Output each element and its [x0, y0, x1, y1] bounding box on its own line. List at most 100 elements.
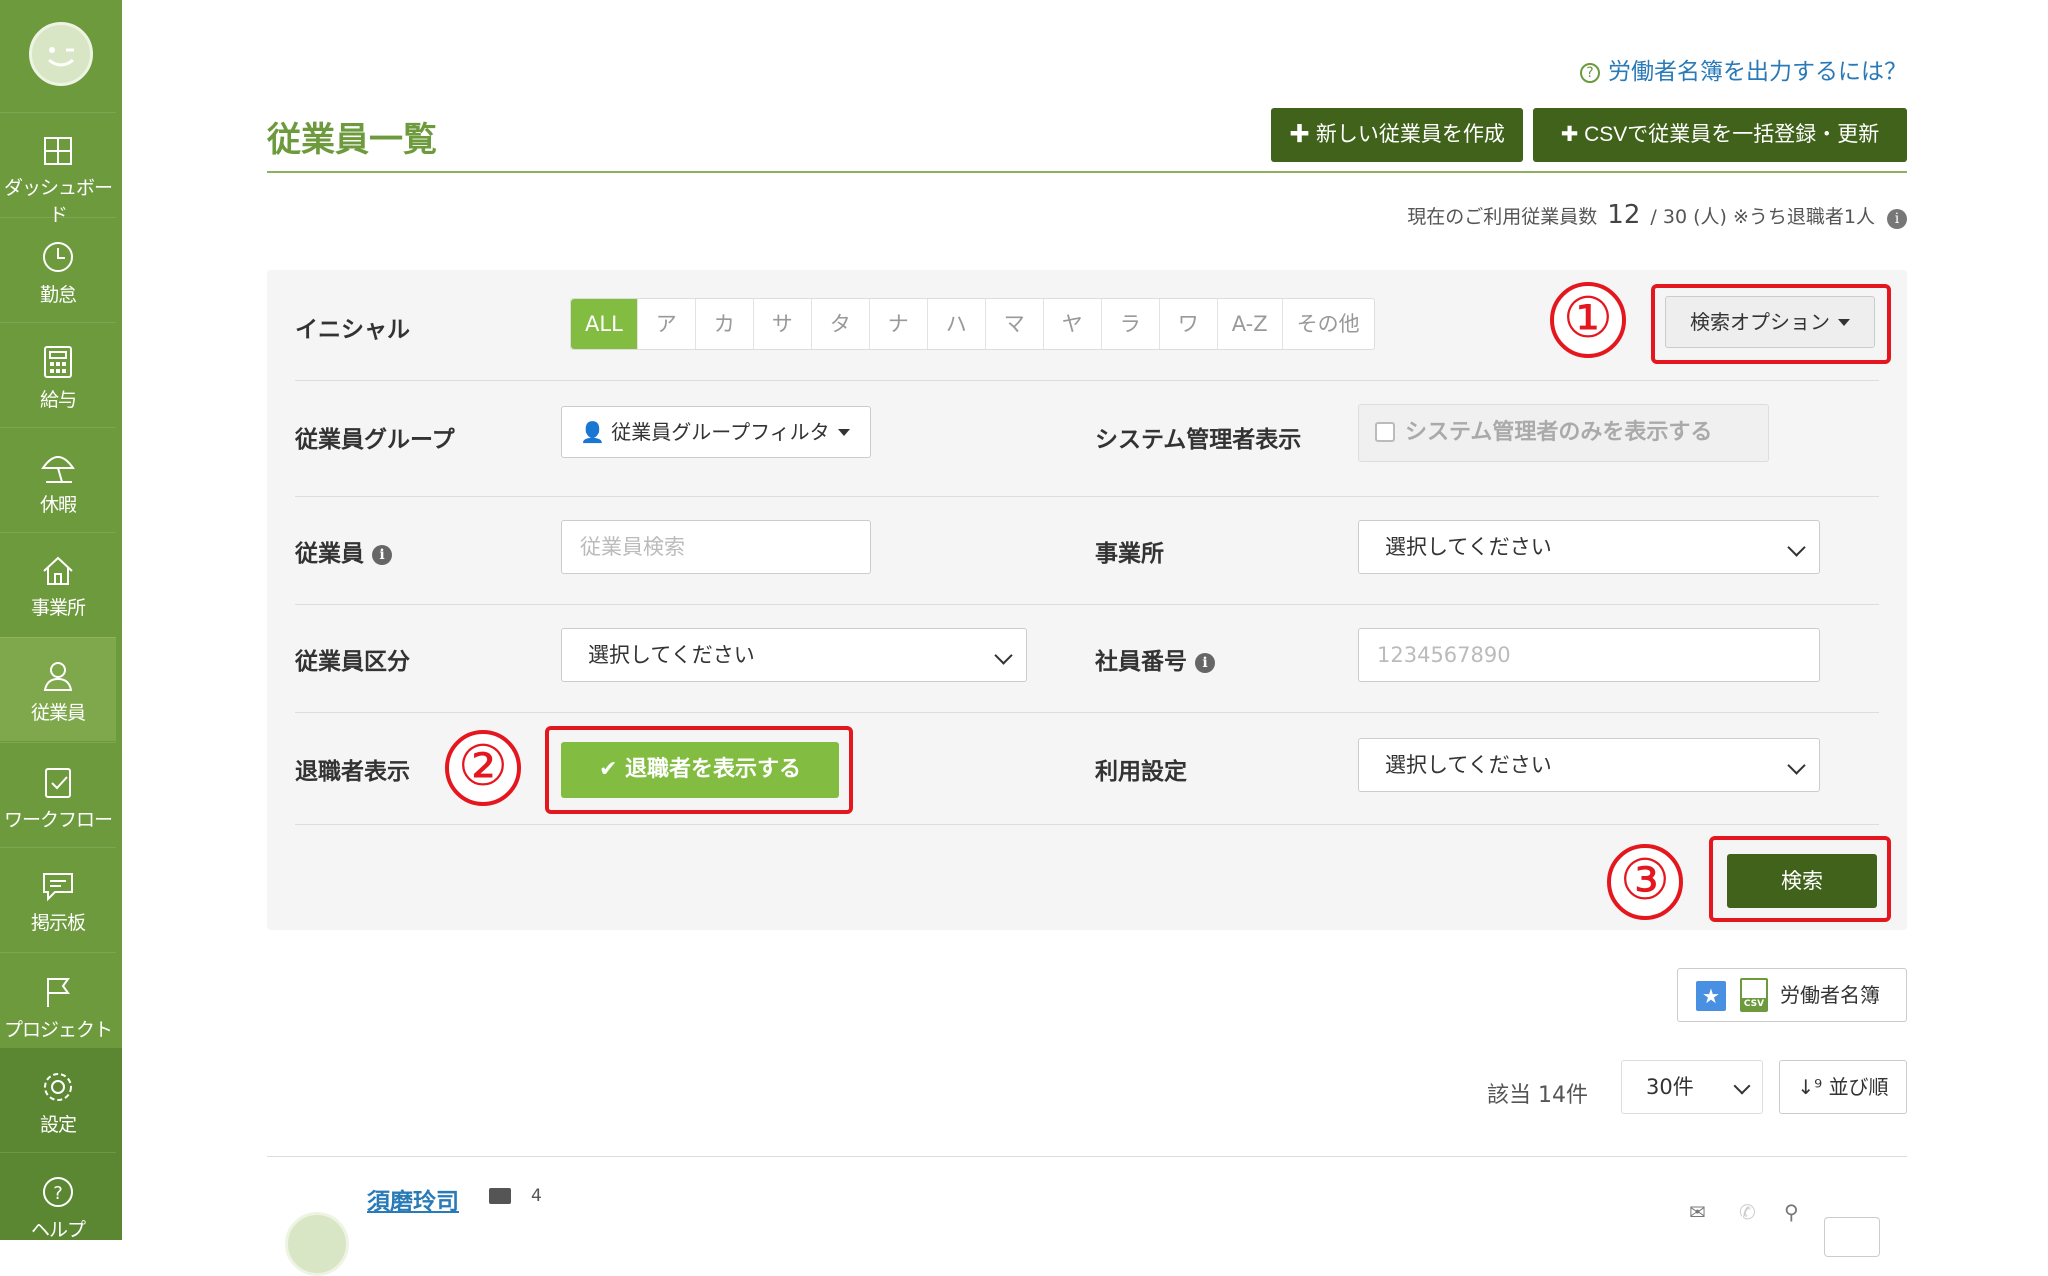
sidebar-item-label: 掲示板	[30, 912, 86, 934]
csv-badge: CSV	[1742, 998, 1766, 1010]
sidebar-item-label: 休暇	[39, 494, 77, 516]
office-select[interactable]: 選択してください	[1358, 520, 1820, 574]
csv-file-icon: CSV	[1740, 978, 1768, 1012]
sidebar-item-attendance[interactable]: 勤怠	[0, 217, 116, 321]
annotation-number-3: ③	[1607, 844, 1683, 920]
checkbox-icon[interactable]	[1375, 422, 1395, 442]
initial-ta[interactable]: タ	[810, 299, 869, 349]
new-employee-label: 新しい従業員を作成	[1315, 123, 1505, 146]
initial-ra[interactable]: ラ	[1100, 299, 1159, 349]
retired-label: 退職者表示	[295, 759, 410, 785]
row-divider	[295, 824, 1879, 825]
flag-icon	[47, 978, 70, 1007]
map-pin-icon[interactable]: ⚲	[1784, 1200, 1799, 1224]
avatar[interactable]	[285, 1212, 349, 1276]
roster-help-link[interactable]: ? 労働者名簿を出力するには？	[1580, 52, 1907, 86]
chevron-down-icon	[1787, 756, 1806, 775]
staff-number-input[interactable]: 1234567890	[1358, 628, 1820, 682]
chevron-down-icon	[1787, 538, 1806, 557]
employee-name-link[interactable]: 須磨玲司	[367, 1182, 459, 1216]
category-select[interactable]: 選択してください	[561, 628, 1027, 682]
sysadmin-checkbox[interactable]: システム管理者のみを表示する	[1358, 404, 1769, 462]
chat-icon	[43, 873, 73, 902]
category-label: 従業員区分	[295, 649, 410, 675]
row-action-button[interactable]	[1824, 1217, 1880, 1257]
row-divider	[295, 712, 1879, 713]
sidebar-item-label: ワークフロー	[3, 809, 113, 831]
sidebar-item-settings[interactable]: 設定	[0, 1048, 116, 1152]
annotation-number-2: ②	[445, 730, 521, 806]
sidebar-item-project[interactable]: プロジェクト	[0, 952, 116, 1056]
sidebar-item-label: 従業員	[30, 702, 86, 724]
search-panel: イニシャル ALL ア カ サ タ ナ ハ マ ヤ ラ ワ A-Z その他 ① …	[267, 270, 1907, 930]
new-employee-button[interactable]: ✚ 新しい従業員を作成	[1271, 108, 1523, 162]
sidebar: ダッシュボード 勤怠 給与 休暇 事業所 従業員 ワークフロー 掲示板 プロジェ…	[0, 0, 122, 1241]
per-page-select[interactable]: 30件	[1621, 1060, 1763, 1114]
info-icon[interactable]: i	[1887, 209, 1907, 229]
initial-na[interactable]: ナ	[868, 299, 927, 349]
usage-prefix: 現在のご利用従業員数	[1407, 206, 1598, 228]
initial-ka[interactable]: カ	[694, 299, 753, 349]
usage-current: 12	[1607, 200, 1641, 230]
sort-button[interactable]: ↓⁹ 並び順	[1779, 1060, 1907, 1114]
sidebar-item-office[interactable]: 事業所	[0, 532, 116, 636]
chevron-down-icon	[994, 646, 1013, 665]
initial-wa[interactable]: ワ	[1158, 299, 1217, 349]
row-divider	[295, 380, 1879, 381]
clipboard-check-icon	[45, 768, 71, 798]
usage-setting-select[interactable]: 選択してください	[1358, 738, 1820, 792]
initial-az[interactable]: A-Z	[1216, 299, 1282, 349]
sidebar-item-label: 給与	[39, 389, 77, 411]
initial-filter: ALL ア カ サ タ ナ ハ マ ヤ ラ ワ A-Z その他	[570, 298, 1375, 350]
user-icon: 👤	[580, 420, 612, 444]
search-button[interactable]: 検索	[1727, 854, 1877, 908]
employee-label: 従業員 i	[295, 534, 392, 568]
show-retired-button[interactable]: ✔ 退職者を表示する	[561, 742, 839, 798]
help-circle-icon: ?	[43, 1177, 73, 1207]
sidebar-item-label: プロジェクト	[3, 1019, 113, 1041]
sysadmin-label: システム管理者表示	[1095, 427, 1302, 453]
dashboard-icon	[44, 137, 72, 165]
plus-icon: ✚	[1289, 123, 1316, 146]
chevron-down-icon	[1733, 1077, 1751, 1095]
staff-no-label-text: 社員番号	[1095, 649, 1187, 675]
initial-ya[interactable]: ヤ	[1042, 299, 1101, 349]
page-title: 従業員一覧	[267, 120, 437, 160]
sidebar-item-payroll[interactable]: 給与	[0, 322, 116, 426]
group-filter-button[interactable]: 👤 従業員グループフィルタ	[561, 406, 871, 458]
phone-icon: ✆	[1739, 1200, 1756, 1224]
roster-export-button[interactable]: ★ CSV 労働者名簿	[1677, 968, 1907, 1022]
mail-icon[interactable]: ✉	[1689, 1200, 1706, 1224]
employee-number: 4	[531, 1186, 542, 1206]
sidebar-item-dashboard[interactable]: ダッシュボード	[0, 112, 116, 226]
csv-import-button[interactable]: ✚ CSVで従業員を一括登録・更新	[1533, 108, 1907, 162]
sidebar-item-employees[interactable]: 従業員	[0, 637, 116, 741]
initial-sa[interactable]: サ	[752, 299, 811, 349]
group-label: 従業員グループ	[295, 427, 455, 453]
info-icon[interactable]: i	[1195, 653, 1215, 673]
umbrella-icon	[41, 456, 75, 483]
sidebar-item-bulletin[interactable]: 掲示板	[0, 847, 116, 951]
show-retired-label: 退職者を表示する	[625, 757, 802, 782]
roster-export-label: 労働者名簿	[1780, 983, 1880, 1007]
calculator-icon	[44, 346, 72, 378]
clock-icon	[43, 242, 73, 272]
initial-other[interactable]: その他	[1281, 299, 1374, 349]
usage-count: 現在のご利用従業員数 12 / 30 (人) ※うち退職者1人 i	[1407, 200, 1907, 230]
employee-search-input[interactable]: 従業員検索	[561, 520, 871, 574]
sidebar-item-help[interactable]: ? ヘルプ	[0, 1152, 116, 1256]
caret-down-icon	[1838, 319, 1850, 326]
office-select-value: 選択してください	[1385, 535, 1552, 559]
initial-a[interactable]: ア	[636, 299, 695, 349]
app-logo[interactable]	[29, 22, 93, 86]
info-icon[interactable]: i	[372, 545, 392, 565]
sysadmin-checkbox-label: システム管理者のみを表示する	[1405, 420, 1713, 445]
initial-ha[interactable]: ハ	[926, 299, 985, 349]
star-icon: ★	[1696, 981, 1726, 1011]
sidebar-item-leave[interactable]: 休暇	[0, 427, 116, 531]
initial-all[interactable]: ALL	[571, 299, 637, 349]
row-divider	[295, 496, 1879, 497]
sidebar-item-workflow[interactable]: ワークフロー	[0, 742, 116, 846]
search-options-button[interactable]: 検索オプション	[1665, 296, 1875, 348]
initial-ma[interactable]: マ	[984, 299, 1043, 349]
